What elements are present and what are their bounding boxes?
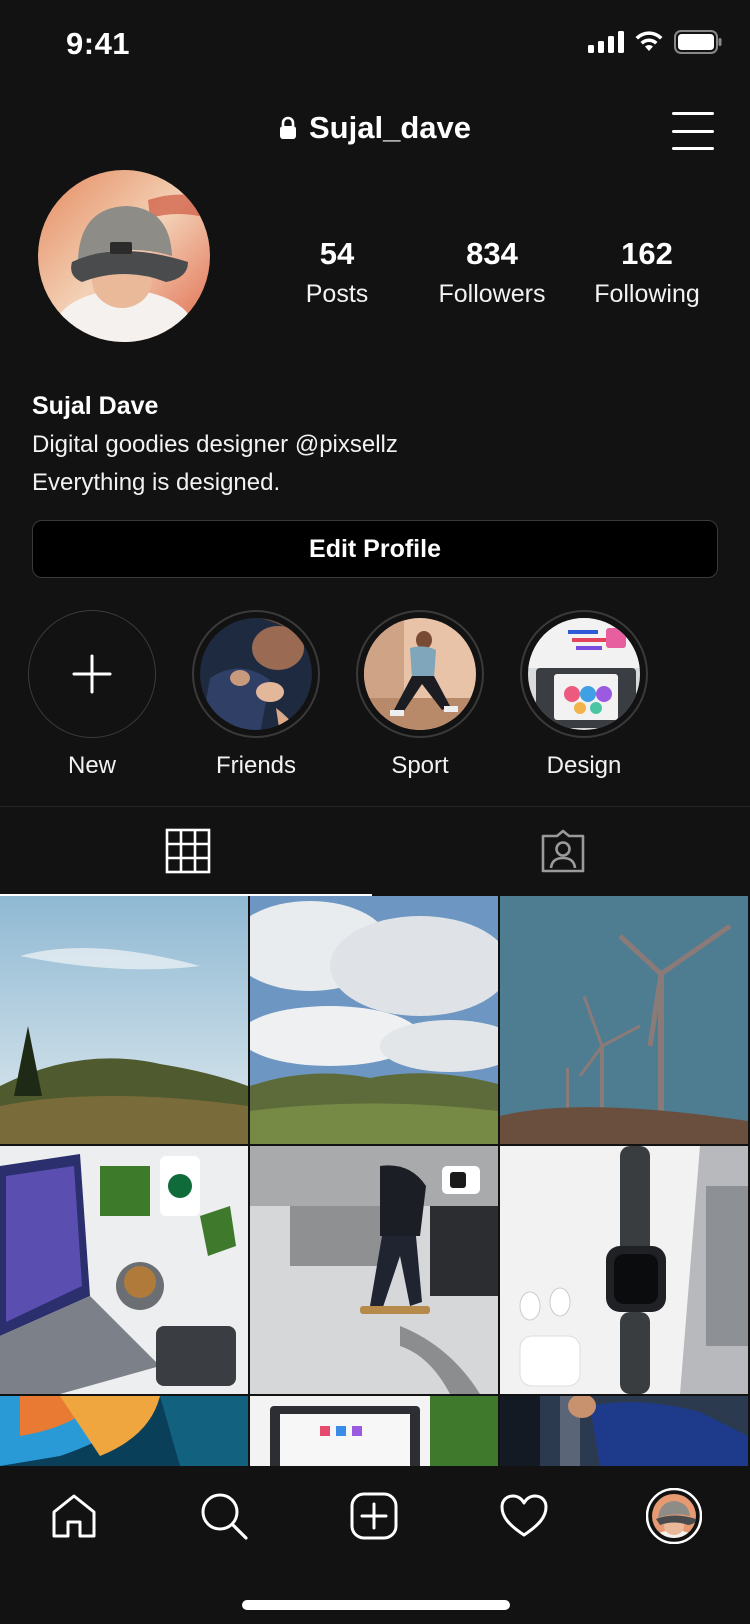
nav-home[interactable] xyxy=(44,1486,104,1546)
username-switcher[interactable]: Sujal_dave xyxy=(0,110,750,146)
status-icons xyxy=(588,30,722,54)
stat-count: 54 xyxy=(319,236,355,271)
tagged-icon xyxy=(541,829,584,873)
home-indicator xyxy=(242,1600,510,1610)
highlight-design[interactable]: Design xyxy=(519,610,649,780)
profile-avatar xyxy=(646,1488,702,1544)
nav-search[interactable] xyxy=(194,1486,254,1546)
profile-bio: Sujal Dave Digital goodies designer @pix… xyxy=(32,392,712,497)
highlight-label: Friends xyxy=(215,752,297,779)
highlight-thumbnail xyxy=(528,618,640,730)
highlight-new[interactable]: New xyxy=(27,610,157,780)
status-bar: 9:41 xyxy=(0,0,750,90)
wifi-icon xyxy=(635,31,663,51)
grid-post[interactable] xyxy=(250,1396,498,1466)
post-grid xyxy=(0,896,750,1466)
stat-count: 834 xyxy=(466,236,518,271)
home-icon xyxy=(52,1494,96,1538)
highlight-label: Sport xyxy=(391,752,449,779)
highlight-circle xyxy=(192,610,320,738)
tabs-divider xyxy=(0,806,750,807)
grid-post[interactable] xyxy=(0,1396,248,1466)
stat-label: Following xyxy=(594,280,700,308)
highlight-label: New xyxy=(67,752,116,779)
plus-icon xyxy=(72,654,112,694)
stat-label: Followers xyxy=(438,280,546,308)
menu-line xyxy=(672,129,714,133)
profile-tabs xyxy=(0,808,750,896)
grid-post[interactable] xyxy=(0,896,248,1144)
story-highlights: New Friends Sport Design xyxy=(0,610,750,780)
bio-line: Digital goodies designer @pixsellz xyxy=(32,431,398,458)
menu-button[interactable] xyxy=(672,112,714,150)
battery-icon xyxy=(674,30,722,54)
grid-post[interactable] xyxy=(500,1396,748,1466)
stat-followers[interactable]: 834 Followers xyxy=(417,236,567,309)
highlight-thumbnail xyxy=(200,618,312,730)
highlight-label: Design xyxy=(546,752,622,779)
grid-post[interactable] xyxy=(0,1146,248,1394)
stat-following[interactable]: 162 Following xyxy=(572,236,722,309)
lock-icon xyxy=(280,116,296,139)
tab-grid[interactable] xyxy=(0,808,375,896)
highlight-thumbnail xyxy=(364,618,476,730)
profile-avatar[interactable] xyxy=(38,170,210,342)
profile-header: Sujal_dave xyxy=(0,100,750,164)
menu-line xyxy=(672,112,714,115)
username: Sujal_dave xyxy=(309,110,471,145)
profile-name: Sujal Dave xyxy=(32,392,159,420)
grid-post[interactable] xyxy=(250,1146,498,1394)
highlight-sport[interactable]: Sport xyxy=(355,610,485,780)
bio-line: Everything is designed. xyxy=(32,469,281,496)
stat-label: Posts xyxy=(305,280,369,308)
highlight-circle xyxy=(520,610,648,738)
tab-tagged[interactable] xyxy=(375,808,750,894)
highlight-friends[interactable]: Friends xyxy=(191,610,321,780)
nav-new-post[interactable] xyxy=(344,1486,404,1546)
status-time: 9:41 xyxy=(66,26,131,61)
highlight-circle xyxy=(28,610,156,738)
profile-stats: 54 Posts 834 Followers 162 Following xyxy=(262,236,722,309)
grid-post[interactable] xyxy=(500,896,748,1144)
cellular-signal-icon xyxy=(588,31,624,53)
stat-posts[interactable]: 54 Posts xyxy=(262,236,412,309)
grid-post[interactable] xyxy=(500,1146,748,1394)
nav-activity[interactable] xyxy=(494,1486,554,1546)
heart-icon xyxy=(500,1494,548,1537)
menu-line xyxy=(672,147,714,150)
stat-count: 162 xyxy=(621,236,673,271)
search-icon xyxy=(201,1493,248,1540)
grid-icon xyxy=(165,828,210,874)
add-post-icon xyxy=(350,1492,398,1540)
nav-profile[interactable] xyxy=(644,1486,704,1546)
bottom-nav xyxy=(0,1466,750,1624)
edit-profile-button[interactable]: Edit Profile xyxy=(32,520,718,578)
grid-post[interactable] xyxy=(250,896,498,1144)
highlight-circle xyxy=(356,610,484,738)
